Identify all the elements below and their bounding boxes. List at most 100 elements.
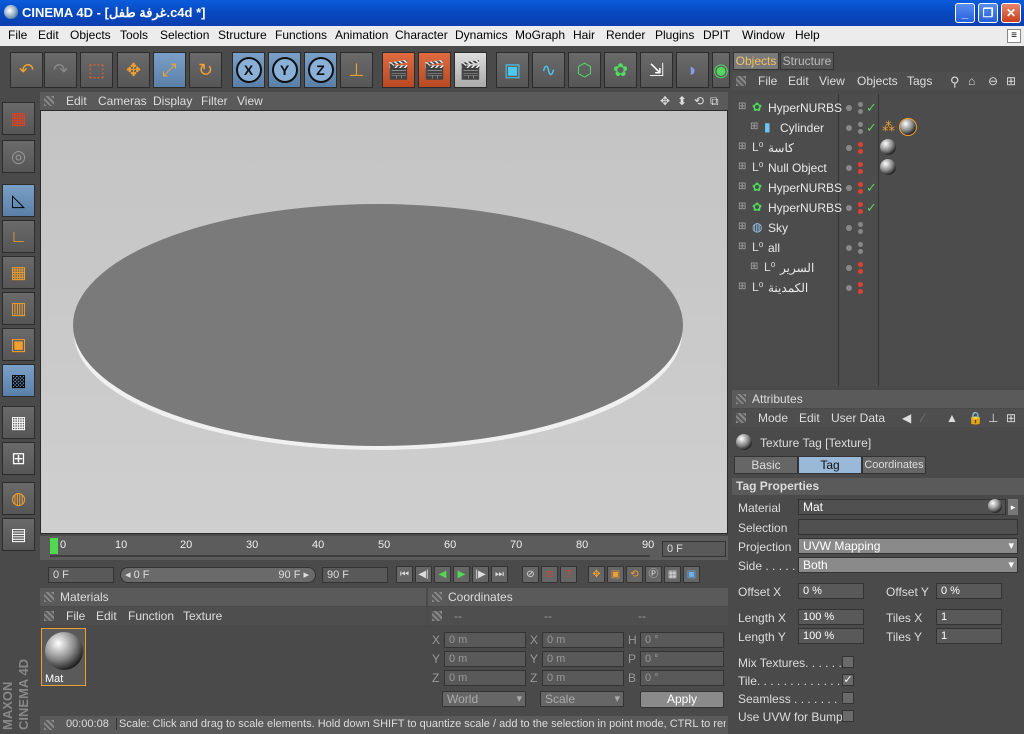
redo-button[interactable]: ↷ bbox=[44, 52, 77, 88]
close-button[interactable]: ✕ bbox=[1001, 3, 1021, 23]
render-visibility-dot[interactable] bbox=[858, 109, 863, 114]
menu-hair[interactable]: Hair bbox=[573, 28, 595, 42]
render-visibility-dot[interactable] bbox=[858, 182, 863, 187]
objects-menu-tags[interactable]: Tags bbox=[907, 74, 932, 88]
menu-animation[interactable]: Animation bbox=[335, 28, 388, 42]
array-button[interactable]: ✿ bbox=[604, 52, 637, 88]
link-icon[interactable]: ⊖ bbox=[988, 74, 998, 88]
render-visibility-dot[interactable] bbox=[858, 249, 863, 254]
material-item-mat[interactable]: Mat bbox=[41, 628, 86, 686]
coordinates-grip-icon[interactable] bbox=[432, 592, 442, 602]
end-frame-field[interactable]: 90 F bbox=[322, 567, 388, 583]
object-row[interactable]: ⊞ ✿ HyperNURBS ✓ bbox=[732, 178, 1024, 198]
record-button[interactable]: ⊙ bbox=[541, 566, 558, 583]
viewport-grip-icon[interactable] bbox=[44, 96, 54, 106]
key-scheme-button[interactable]: ▣ bbox=[683, 566, 700, 583]
selection-field[interactable] bbox=[798, 519, 1018, 535]
attributes-menu-grip-icon[interactable] bbox=[736, 413, 746, 423]
object-row[interactable]: ⊞ L⁰ كاسة bbox=[732, 138, 1024, 158]
length-x-field[interactable]: 100 % bbox=[798, 609, 864, 625]
timeline-playhead[interactable] bbox=[50, 538, 58, 554]
workplane-icon[interactable]: ⊞ bbox=[2, 442, 35, 475]
expand-icon[interactable]: ⊞ bbox=[738, 201, 746, 212]
coord-scale-dropdown[interactable]: Scale bbox=[540, 691, 624, 707]
play-forward-button[interactable]: ▶ bbox=[453, 566, 470, 583]
menu-help[interactable]: Help bbox=[795, 28, 820, 42]
render-visibility-dot[interactable] bbox=[858, 209, 863, 214]
y-axis-button[interactable]: Y bbox=[268, 52, 301, 88]
menu-edit[interactable]: Edit bbox=[38, 28, 59, 42]
clapboard-icon[interactable]: ▤ bbox=[2, 518, 35, 551]
projection-dropdown[interactable]: UVW Mapping bbox=[798, 538, 1018, 554]
new-view-icon[interactable]: ⊞ bbox=[1006, 74, 1016, 88]
coord-pos-y[interactable]: 0 m bbox=[444, 651, 526, 667]
menu-dpit[interactable]: DPIT bbox=[703, 28, 730, 42]
render-visibility-dot[interactable] bbox=[858, 282, 863, 287]
viewport-rotate-icon[interactable]: ⟲ bbox=[694, 94, 704, 108]
edges-mode-icon[interactable]: ▥ bbox=[2, 292, 35, 325]
render-visibility-dot[interactable] bbox=[858, 189, 863, 194]
rotate-tool-button[interactable]: ↻ bbox=[189, 52, 222, 88]
next-frame-button[interactable]: |▶ bbox=[472, 566, 489, 583]
editor-visibility-dot[interactable] bbox=[846, 165, 852, 171]
tab-objects[interactable]: Objects bbox=[733, 52, 779, 70]
coordinates-menu-grip-icon[interactable] bbox=[432, 611, 442, 621]
render-picture-viewer-button[interactable]: 🎬 bbox=[418, 52, 451, 88]
texture-mode-icon[interactable]: ▦ bbox=[2, 406, 35, 439]
enabled-check-icon[interactable]: ✓ bbox=[866, 180, 877, 196]
3d-viewport[interactable] bbox=[40, 110, 728, 534]
coord-size-z[interactable]: 0 m bbox=[542, 670, 624, 686]
use-uvw-bump-checkbox[interactable] bbox=[842, 710, 854, 722]
objects-menu-grip-icon[interactable] bbox=[736, 76, 746, 86]
render-visibility-dot[interactable] bbox=[858, 222, 863, 227]
coord-size-y[interactable]: 0 m bbox=[542, 651, 624, 667]
menu-plugins[interactable]: Plugins bbox=[655, 28, 694, 42]
key-pla-button[interactable]: ▦ bbox=[664, 566, 681, 583]
expand-icon[interactable]: ⊞ bbox=[738, 161, 746, 172]
maximize-button[interactable]: ❐ bbox=[978, 3, 998, 23]
goto-start-button[interactable]: ⏮ bbox=[396, 566, 413, 583]
texture-tag-icon[interactable] bbox=[880, 159, 896, 175]
attr-tab-coordinates[interactable]: Coordinates bbox=[862, 456, 926, 474]
undo-button[interactable]: ↶ bbox=[10, 52, 43, 88]
record-off-button[interactable]: ⊘ bbox=[522, 566, 539, 583]
viewport-menu-cameras[interactable]: Cameras bbox=[98, 94, 147, 108]
object-row[interactable]: ⊞ L⁰ السرير bbox=[732, 258, 1024, 278]
object-row[interactable]: ⊞ L⁰ الكمدينة bbox=[732, 278, 1024, 298]
objects-menu-view[interactable]: View bbox=[819, 74, 845, 88]
menu-mograph[interactable]: MoGraph bbox=[515, 28, 565, 42]
expand-icon[interactable]: ⊞ bbox=[738, 241, 746, 252]
editor-visibility-dot[interactable] bbox=[846, 125, 852, 131]
menu-render[interactable]: Render bbox=[606, 28, 645, 42]
coord-pos-z[interactable]: 0 m bbox=[444, 670, 526, 686]
key-rotation-button[interactable]: ⟲ bbox=[626, 566, 643, 583]
play-backward-button[interactable]: ◀ bbox=[434, 566, 451, 583]
apply-button[interactable]: Apply bbox=[640, 691, 724, 708]
expand-icon[interactable]: ⊞ bbox=[750, 261, 758, 272]
object-row[interactable]: ⊞ ▮ Cylinder ✓ ⁂ bbox=[732, 118, 1024, 138]
texture-tag-icon[interactable] bbox=[899, 118, 917, 136]
object-row[interactable]: ⊞ L⁰ all bbox=[732, 238, 1024, 258]
viewport-menu-display[interactable]: Display bbox=[153, 94, 192, 108]
editor-visibility-dot[interactable] bbox=[846, 265, 852, 271]
editor-visibility-dot[interactable] bbox=[846, 145, 852, 151]
objects-menu-edit[interactable]: Edit bbox=[788, 74, 809, 88]
enabled-check-icon[interactable]: ✓ bbox=[866, 120, 877, 136]
viewport-zoom-icon[interactable]: ⬍ bbox=[677, 94, 687, 108]
render-view-button[interactable]: 🎬 bbox=[382, 52, 415, 88]
x-axis-button[interactable]: X bbox=[232, 52, 265, 88]
render-visibility-dot[interactable] bbox=[858, 242, 863, 247]
render-settings-button[interactable]: 🎬 bbox=[454, 52, 487, 88]
length-y-field[interactable]: 100 % bbox=[798, 628, 864, 644]
offset-x-field[interactable]: 0 % bbox=[798, 583, 864, 599]
axis-mode-icon[interactable]: ▩ bbox=[2, 364, 35, 397]
menu-window[interactable]: Window bbox=[742, 28, 785, 42]
up-arrow-icon[interactable]: ▲ bbox=[946, 411, 958, 425]
render-visibility-dot[interactable] bbox=[858, 229, 863, 234]
menu-objects[interactable]: Objects bbox=[70, 28, 111, 42]
key-position-button[interactable]: ✥ bbox=[588, 566, 605, 583]
materials-menu-file[interactable]: File bbox=[66, 609, 85, 623]
live-select-button[interactable]: ⬚ bbox=[80, 52, 113, 88]
editor-visibility-dot[interactable] bbox=[846, 105, 852, 111]
coord-pos-x[interactable]: 0 m bbox=[444, 632, 526, 648]
